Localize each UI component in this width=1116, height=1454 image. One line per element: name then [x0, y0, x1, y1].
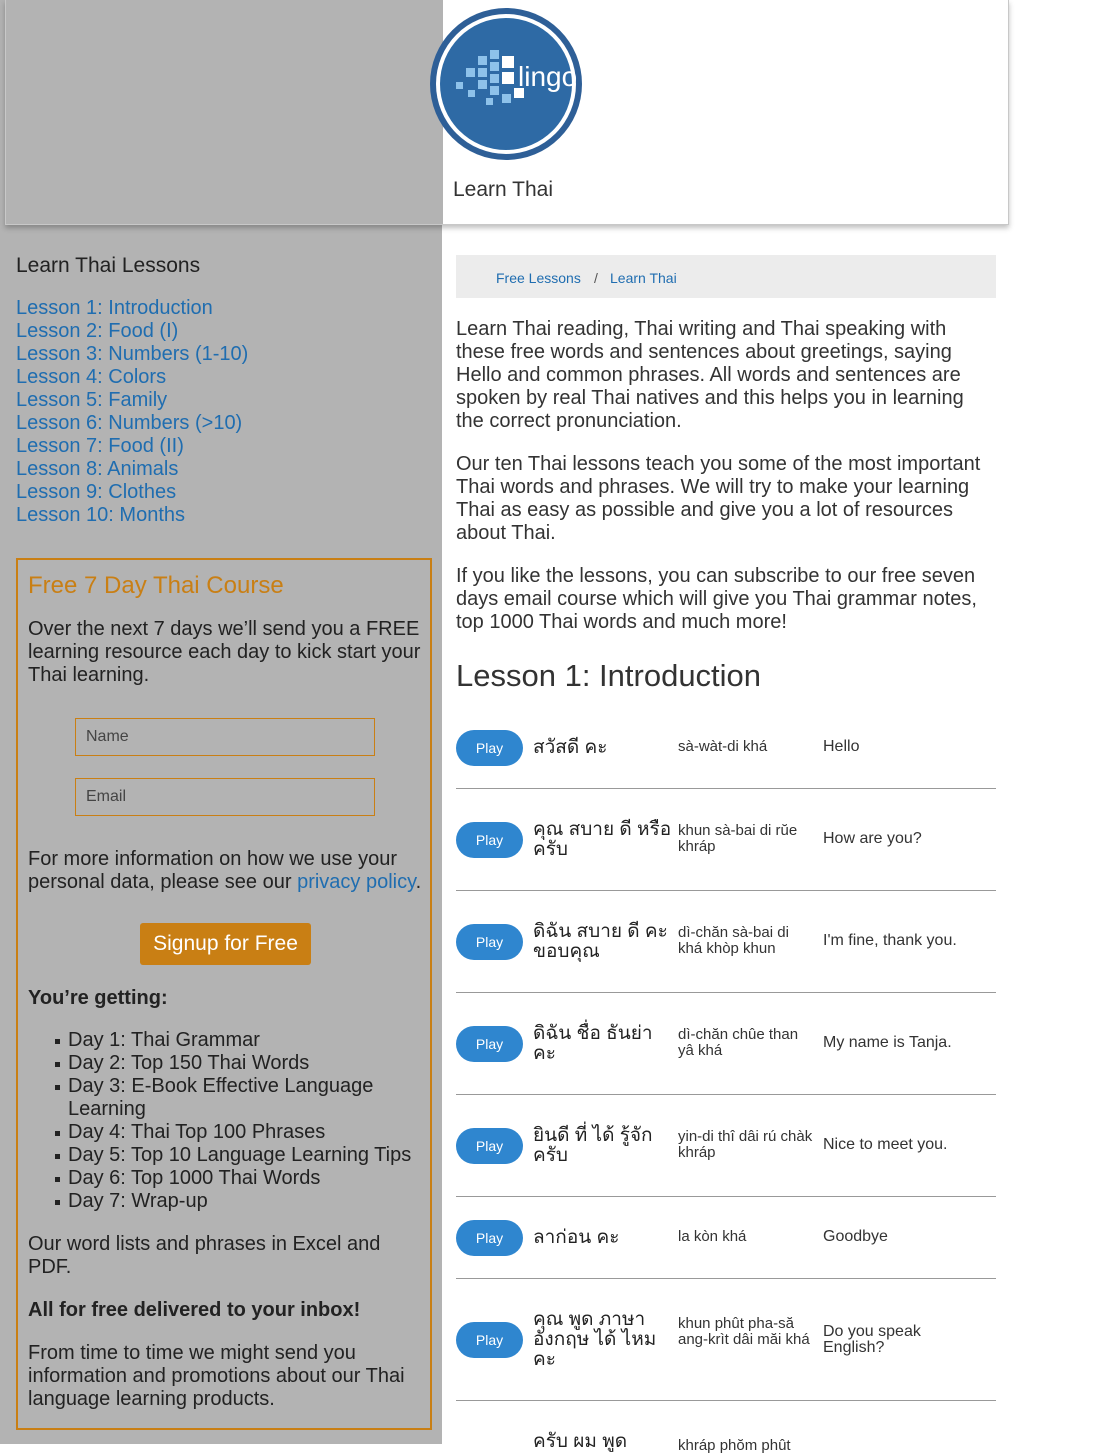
phrase-transliteration: sà-wàt-di khá — [678, 738, 768, 755]
phrase-thai: ดิฉัน ชื่อ ธันย่า คะ — [533, 1023, 653, 1064]
name-input[interactable] — [75, 718, 375, 756]
promo-text: From time to time we might send you info… — [28, 1342, 405, 1410]
excel-text: Our word lists and phrases in Excel and … — [28, 1233, 381, 1278]
phrase-transliteration: dì-chăn chûe than yâ khá — [678, 1026, 799, 1059]
lesson-list: Lesson 1: Introduction Lesson 2: Food (I… — [16, 297, 248, 527]
lingo-logo-icon[interactable]: lingo — [428, 6, 584, 162]
sidebar-lesson-link[interactable]: Lesson 10: Months — [16, 504, 248, 527]
phrase-thai: สวัสดี คะ — [533, 737, 608, 758]
course-day-item: Day 3: E-Book Effective Language Learnin… — [55, 1075, 428, 1121]
privacy-policy-link[interactable]: privacy policy — [297, 871, 416, 893]
sidebar-lesson-link[interactable]: Lesson 1: Introduction — [16, 297, 248, 320]
course-days-list: Day 1: Thai Grammar Day 2: Top 150 Thai … — [55, 1029, 428, 1213]
phrase-row: ครับ ผม พูด khráp phŏm phût — [456, 1401, 996, 1454]
course-day-item: Day 2: Top 150 Thai Words — [55, 1052, 428, 1075]
sidebar-lesson-link[interactable]: Lesson 8: Animals — [16, 458, 248, 481]
phrase-thai: ครับ ผม พูด — [533, 1431, 628, 1452]
phrase-thai: คุณ สบาย ดี หรือ ครับ — [533, 819, 672, 860]
phrase-transliteration: khráp phŏm phût — [678, 1437, 791, 1454]
sidebar-lesson-link[interactable]: Lesson 4: Colors — [16, 366, 248, 389]
header-left-shade — [6, 0, 443, 224]
sidebar-title: Learn Thai Lessons — [16, 254, 201, 277]
breadcrumb-free-lessons[interactable]: Free Lessons — [496, 270, 581, 286]
privacy-text-end: . — [415, 871, 422, 893]
play-button[interactable]: Play — [456, 1128, 523, 1164]
phrase-english: Hello — [823, 738, 860, 755]
intro-paragraph: Our ten Thai lessons teach you some of t… — [456, 453, 981, 544]
course-day-item: Day 5: Top 10 Language Learning Tips — [55, 1144, 428, 1167]
breadcrumb-separator: / — [594, 270, 598, 286]
sidebar-lesson-link[interactable]: Lesson 3: Numbers (1-10) — [16, 343, 248, 366]
sidebar-lesson-link[interactable]: Lesson 2: Food (I) — [16, 320, 248, 343]
course-day-item: Day 4: Thai Top 100 Phrases — [55, 1121, 428, 1144]
play-button[interactable]: Play — [456, 822, 523, 858]
phrase-row: Play ยินดี ที่ ได้ รู้จัก ครับ yin-di th… — [456, 1095, 996, 1197]
phrase-thai: ลาก่อน คะ — [533, 1227, 620, 1248]
site-title: Learn Thai — [453, 178, 554, 201]
breadcrumb-learn-thai[interactable]: Learn Thai — [610, 270, 677, 286]
free-delivery-text: All for free delivered to your inbox! — [28, 1299, 361, 1321]
sidebar-lesson-link[interactable]: Lesson 7: Food (II) — [16, 435, 248, 458]
phrase-row: Play คุณ สบาย ดี หรือ ครับ khun sà-bai d… — [456, 789, 996, 891]
phrase-transliteration: la kòn khá — [678, 1228, 747, 1245]
sidebar-lesson-link[interactable]: Lesson 9: Clothes — [16, 481, 248, 504]
phrase-english: Do you speak English? — [823, 1323, 921, 1356]
phrase-transliteration: khun sà-bai di rŭe khráp — [678, 822, 798, 855]
phrase-thai: ดิฉัน สบาย ดี คะ ขอบคุณ — [533, 921, 668, 962]
course-day-item: Day 1: Thai Grammar — [55, 1029, 428, 1052]
phrase-row: Play คุณ พูด ภาษา อังกฤษ ได้ ไหม คะ khun… — [456, 1279, 996, 1401]
phrase-english: Goodbye — [823, 1228, 888, 1245]
phrase-thai: ยินดี ที่ ได้ รู้จัก ครับ — [533, 1125, 653, 1166]
email-input[interactable] — [75, 778, 375, 816]
play-button[interactable]: Play — [456, 1026, 523, 1062]
phrase-english: Nice to meet you. — [823, 1136, 948, 1153]
intro-paragraph: Learn Thai reading, Thai writing and Tha… — [456, 318, 964, 432]
privacy-text: For more information on how we use your … — [28, 848, 428, 894]
course-day-item: Day 6: Top 1000 Thai Words — [55, 1167, 428, 1190]
phrase-row: Play ดิฉัน ชื่อ ธันย่า คะ dì-chăn chûe t… — [456, 993, 996, 1095]
play-button[interactable]: Play — [456, 1220, 523, 1256]
phrase-english: I'm fine, thank you. — [823, 932, 957, 949]
play-button[interactable]: Play — [456, 924, 523, 960]
sidebar-lesson-link[interactable]: Lesson 6: Numbers (>10) — [16, 412, 248, 435]
signup-button[interactable]: Signup for Free — [140, 923, 311, 965]
breadcrumb: Free Lessons / Learn Thai — [456, 255, 996, 298]
getting-title: You’re getting: — [28, 987, 168, 1009]
play-button[interactable]: Play — [456, 730, 523, 766]
phrase-transliteration: dì-chăn sà-bai di khá khòp khun — [678, 924, 789, 957]
intro-paragraph: If you like the lessons, you can subscri… — [456, 565, 977, 633]
course-intro: Over the next 7 days we’ll send you a FR… — [28, 618, 421, 686]
course-day-item: Day 7: Wrap-up — [55, 1190, 428, 1213]
lesson-heading: Lesson 1: Introduction — [456, 658, 762, 693]
phrase-thai: คุณ พูด ภาษา อังกฤษ ได้ ไหม คะ — [533, 1309, 657, 1370]
phrase-row: Play สวัสดี คะ sà-wàt-di khá Hello — [456, 715, 996, 789]
logo-text: lingo — [518, 61, 577, 92]
phrase-row: Play ลาก่อน คะ la kòn khá Goodbye — [456, 1197, 996, 1279]
sidebar-lesson-link[interactable]: Lesson 5: Family — [16, 389, 248, 412]
phrase-transliteration: khun phût pha-să ang-krìt dâi măi khá — [678, 1315, 810, 1348]
phrase-english: How are you? — [823, 830, 922, 847]
phrase-english: My name is Tanja. — [823, 1034, 952, 1051]
course-title: Free 7 Day Thai Course — [28, 572, 284, 599]
play-button[interactable]: Play — [456, 1322, 523, 1358]
phrase-transliteration: yin-di thî dâi rú chàk khráp — [678, 1128, 813, 1161]
free-course-box: Free 7 Day Thai Course Over the next 7 d… — [16, 558, 432, 1430]
phrase-row: Play ดิฉัน สบาย ดี คะ ขอบคุณ dì-chăn sà-… — [456, 891, 996, 993]
